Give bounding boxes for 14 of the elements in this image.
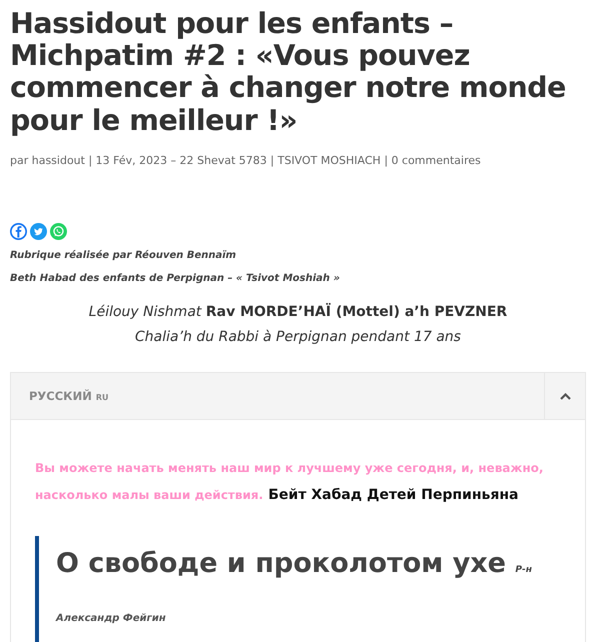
whatsapp-icon[interactable] xyxy=(50,223,67,240)
chevron-up-icon xyxy=(560,392,570,400)
twitter-icon[interactable] xyxy=(30,223,47,240)
article-title: Hassidout pour les enfants – Michpatim #2 : «Vous pouvez commencer à changer notre monde pour le meilleur !» xyxy=(10,8,567,137)
dedication-line: Chalia’h du Rabbi à Perpignan pendant 17 ans xyxy=(134,328,462,348)
accordion-toggle[interactable]: РУССКИЙ RU xyxy=(11,373,544,420)
facebook-icon[interactable] xyxy=(10,223,27,240)
intro-paragraph: Вы можете начать менять наш мир к лучшему уже сегодня, и, неважно, насколько малы ваши действия. Бейт Хабад Детей Перпиньяна xyxy=(35,460,544,506)
credit-line: Beth Habad des enfants de Perpignan – « Tsivot Moshiah » xyxy=(10,272,341,286)
post-meta: par hassidout | 13 Fév, 2023 – 22 Shevat 5783 | TSIVOT MOSHIACH | 0 commentaires xyxy=(10,152,481,169)
section-heading: О свободе и проколотом ухе Р-н xyxy=(56,548,533,581)
dedication-line: Léilouy Nishmat Rav MORDE’HAÏ (Mottel) a’h PEVZNER xyxy=(88,302,508,322)
credit-line: Rubrique réalisée par Réouven Bennaïm xyxy=(10,249,238,264)
author-name: Александр Фейгин xyxy=(56,612,167,626)
